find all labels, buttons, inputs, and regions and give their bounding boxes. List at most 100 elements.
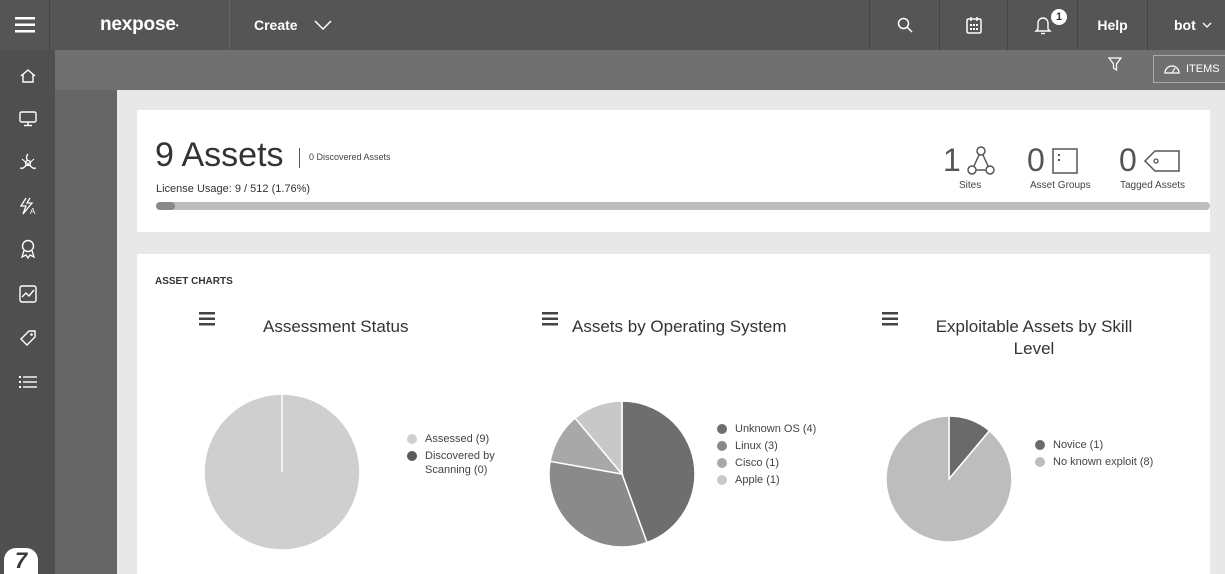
- user-label: bot: [1174, 17, 1196, 33]
- hamburger-icon: [14, 17, 35, 33]
- search-button[interactable]: [869, 0, 939, 50]
- license-usage-fill: [156, 202, 175, 210]
- sites-count: 1: [943, 142, 961, 178]
- chart-menu-button[interactable]: [542, 312, 558, 331]
- legend-dot: [717, 458, 727, 468]
- sidebar-item-policies[interactable]: A: [17, 195, 39, 217]
- legend-item[interactable]: Linux (3): [717, 439, 847, 453]
- chevron-down-icon: [1202, 22, 1212, 28]
- filter-icon: [1107, 57, 1123, 72]
- hamburger-icon: [199, 312, 215, 326]
- discovered-assets-link[interactable]: 0 Discovered Assets: [309, 152, 391, 162]
- asset-groups-icon: [1052, 147, 1078, 174]
- chart-title: Assessment Status: [263, 317, 409, 336]
- legend-label: Apple (1): [735, 474, 780, 486]
- calendar-icon: [965, 17, 982, 34]
- legend-label: Unknown OS (4): [735, 423, 817, 435]
- legend-dot: [1035, 440, 1045, 450]
- policy-icon: A: [19, 197, 36, 215]
- asset-charts-heading: ASSET CHARTS: [155, 276, 233, 287]
- chart-menu-button[interactable]: [199, 312, 215, 331]
- nexpose-logo[interactable]: nexpose •: [50, 0, 230, 50]
- ribbon-icon: [20, 239, 36, 259]
- license-usage-bar: [156, 202, 1210, 210]
- legend-dot: [717, 424, 727, 434]
- legend-item[interactable]: Cisco (1): [717, 456, 847, 470]
- legend-label: Assessed (9): [425, 433, 490, 445]
- rapid7-logo: 7: [4, 548, 38, 574]
- legend-item[interactable]: Assessed (9): [407, 432, 517, 446]
- sidebar-item-dashboard[interactable]: [17, 283, 39, 305]
- exploitable-assets-pie: [885, 415, 1013, 543]
- assets-summary-card: 9 Assets 0 Discovered Assets License Usa…: [137, 110, 1210, 232]
- sidebar-item-assets[interactable]: [17, 108, 39, 130]
- svg-text:A: A: [30, 207, 36, 215]
- sidebar-item-tags[interactable]: [17, 327, 39, 349]
- legend-item[interactable]: No known exploit (8): [1035, 455, 1185, 469]
- list-icon: [19, 376, 37, 388]
- filter-button[interactable]: [1107, 57, 1123, 76]
- chart-title: Assets by Operating System: [572, 317, 787, 336]
- calendar-button[interactable]: [939, 0, 1007, 50]
- legend-item[interactable]: Discovered by Scanning (0): [407, 449, 517, 477]
- sidebar-item-list[interactable]: [17, 371, 39, 393]
- hamburger-menu-button[interactable]: [0, 0, 50, 50]
- assessment-status-pie: [203, 393, 361, 551]
- top-navigation-bar: nexpose • Create 1 Help bot: [0, 0, 1225, 50]
- biohazard-icon: [19, 153, 37, 170]
- sites-stat[interactable]: 1: [943, 142, 995, 179]
- sidebar-item-reports[interactable]: [17, 238, 39, 260]
- create-menu-button[interactable]: Create: [230, 0, 869, 50]
- tagged-assets-count: 0: [1119, 142, 1137, 178]
- items-label: ITEMS: [1186, 63, 1220, 75]
- left-sidebar: A 7: [0, 50, 55, 574]
- sidebar-item-home[interactable]: [17, 65, 39, 87]
- chevron-down-icon: [314, 20, 332, 30]
- sites-label: Sites: [959, 180, 982, 191]
- chart-icon: [19, 285, 37, 303]
- chart-menu-button[interactable]: [882, 312, 898, 331]
- logo-text: nexpose: [100, 14, 176, 35]
- pie-slice-1[interactable]: [885, 415, 1013, 543]
- legend-label: No known exploit (8): [1053, 456, 1154, 468]
- tag-icon: [20, 330, 36, 346]
- legend-item[interactable]: Unknown OS (4): [717, 422, 847, 436]
- main-content: 9 Assets 0 Discovered Assets License Usa…: [117, 90, 1225, 574]
- sidebar-item-vulnerabilities[interactable]: [17, 152, 39, 174]
- gauge-icon: [1164, 65, 1180, 74]
- legend-dot: [407, 434, 417, 444]
- sites-icon: [967, 145, 995, 175]
- legend-item[interactable]: Novice (1): [1035, 438, 1185, 452]
- search-icon: [897, 17, 913, 33]
- asset-charts-card: ASSET CHARTS Assessment Status Assessed …: [137, 254, 1210, 574]
- chart-legend: Unknown OS (4) Linux (3) Cisco (1) Apple…: [717, 422, 847, 490]
- asset-groups-count: 0: [1027, 142, 1045, 178]
- chart-legend: Novice (1) No known exploit (8): [1035, 438, 1185, 472]
- assets-by-os-pie: [548, 400, 696, 548]
- legend-label: Discovered by Scanning (0): [425, 450, 495, 476]
- notification-badge: 1: [1049, 7, 1069, 27]
- legend-dot: [717, 475, 727, 485]
- sub-toolbar: ITEMS: [55, 50, 1225, 90]
- legend-item[interactable]: Apple (1): [717, 473, 847, 487]
- asset-groups-stat[interactable]: 0: [1027, 142, 1079, 179]
- user-menu-button[interactable]: bot: [1147, 0, 1225, 50]
- title-separator: [299, 148, 300, 168]
- legend-label: Linux (3): [735, 440, 778, 452]
- asset-groups-label: Asset Groups: [1030, 180, 1091, 191]
- items-button[interactable]: ITEMS: [1153, 55, 1225, 83]
- legend-dot: [407, 451, 417, 461]
- legend-label: Novice (1): [1053, 439, 1104, 451]
- home-icon: [20, 69, 36, 83]
- create-label: Create: [254, 17, 298, 33]
- left-gray-panel: [55, 90, 117, 574]
- tagged-assets-stat[interactable]: 0: [1119, 142, 1181, 179]
- chart-title: Exploitable Assets by Skill Level: [935, 317, 1133, 358]
- license-usage-text: License Usage: 9 / 512 (1.76%): [156, 183, 311, 195]
- help-button[interactable]: Help: [1077, 0, 1147, 50]
- chart-legend: Assessed (9) Discovered by Scanning (0): [407, 432, 517, 480]
- assets-count-title: 9 Assets: [155, 136, 284, 174]
- notifications-button[interactable]: 1: [1007, 0, 1077, 50]
- legend-dot: [1035, 457, 1045, 467]
- tagged-assets-label: Tagged Assets: [1120, 180, 1186, 191]
